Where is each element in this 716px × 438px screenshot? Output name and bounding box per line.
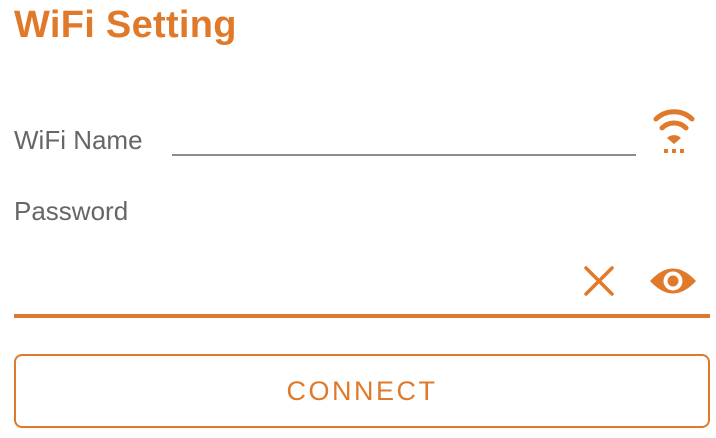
wifi-name-label: WiFi Name [14,125,143,155]
close-icon[interactable] [580,262,618,300]
password-underline [14,314,710,318]
wifi-name-field[interactable] [172,122,636,156]
wifi-name-row: WiFi Name [14,109,704,162]
password-label: Password [14,196,129,226]
password-row [14,250,710,320]
eye-icon[interactable] [648,262,698,300]
wifi-setting-page: WiFi Setting WiFi Name Password CONNECT [0,0,716,438]
password-field[interactable] [14,250,574,312]
page-title: WiFi Setting [14,4,237,46]
connect-button[interactable]: CONNECT [14,354,710,428]
wifi-scan-icon[interactable] [646,104,702,158]
